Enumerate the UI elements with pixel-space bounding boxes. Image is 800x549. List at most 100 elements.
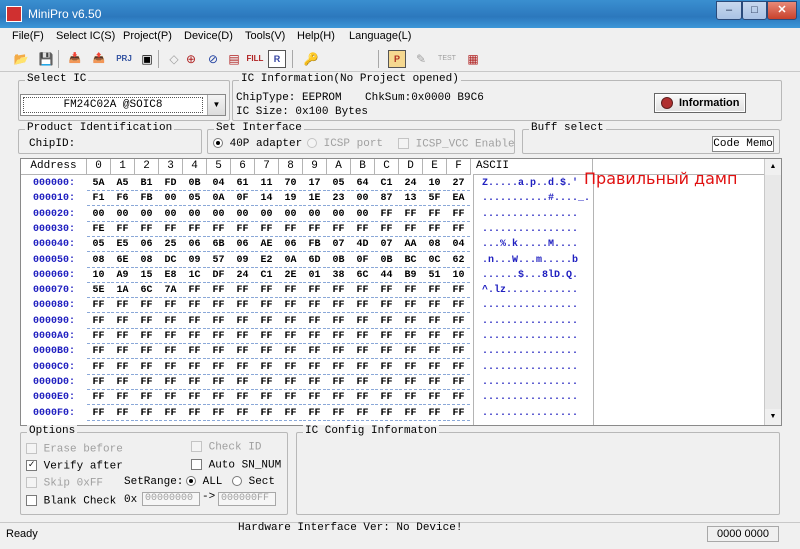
table-row[interactable]: 000050: 08 6E 08 DC 09 57 09 E2 0A 6D 0B 0F 0B BC 0C 62.…	[21, 253, 765, 268]
hex-cell[interactable]: FF	[303, 329, 326, 344]
hex-cell[interactable]: FF	[87, 406, 110, 421]
load-file-icon[interactable]: 📥	[66, 50, 84, 68]
hex-cell[interactable]: 00	[255, 207, 278, 222]
hex-cell[interactable]: FF	[231, 360, 254, 375]
hex-cell[interactable]: AE	[255, 237, 278, 252]
hex-cell[interactable]: FF	[111, 329, 134, 344]
hex-cell[interactable]: 2E	[279, 268, 302, 283]
verify-icon[interactable]: ⊘	[204, 50, 222, 68]
hex-cell[interactable]: 00	[351, 191, 374, 206]
hex-cell[interactable]: FF	[279, 406, 302, 421]
hex-cell[interactable]: 6C	[135, 283, 158, 298]
hex-cell[interactable]: A5	[111, 176, 134, 191]
hex-cell[interactable]: 00	[303, 207, 326, 222]
hex-cell[interactable]: FB	[135, 191, 158, 206]
hex-cell[interactable]: FF	[255, 375, 278, 390]
hex-cell[interactable]: FF	[183, 406, 206, 421]
hex-cell[interactable]: FF	[207, 314, 230, 329]
hex-cell[interactable]: FF	[375, 222, 398, 237]
hex-cell[interactable]: AA	[399, 237, 422, 252]
save-icon[interactable]: 💾	[37, 50, 55, 68]
hex-cell[interactable]: FF	[279, 375, 302, 390]
hex-cell[interactable]: FF	[87, 375, 110, 390]
hex-cell[interactable]: FF	[399, 298, 422, 313]
hex-cell[interactable]: FF	[255, 390, 278, 405]
hex-cell[interactable]: FE	[87, 222, 110, 237]
hex-cell[interactable]: FF	[399, 406, 422, 421]
hex-cell[interactable]: FF	[135, 375, 158, 390]
hex-cell[interactable]: FF	[447, 375, 470, 390]
hex-cell[interactable]: EA	[447, 191, 470, 206]
p-icon[interactable]: P	[388, 50, 406, 68]
hex-cell[interactable]: FF	[303, 360, 326, 375]
key-icon[interactable]: 🔑	[302, 50, 320, 68]
hex-cell[interactable]: FF	[207, 406, 230, 421]
hex-cell[interactable]: FF	[399, 222, 422, 237]
minimize-button[interactable]: –	[716, 1, 742, 20]
maximize-button[interactable]: □	[742, 1, 767, 20]
hex-cell[interactable]: 44	[375, 268, 398, 283]
hex-cell[interactable]: FF	[399, 390, 422, 405]
hex-cell[interactable]: 09	[183, 253, 206, 268]
hex-cell[interactable]: 00	[183, 207, 206, 222]
range-sect-option[interactable]: Sect	[232, 476, 275, 488]
hex-cell[interactable]: FF	[399, 329, 422, 344]
hex-cell[interactable]: 0B	[183, 176, 206, 191]
hex-cell[interactable]: FF	[423, 344, 446, 359]
menu-file[interactable]: File(F)	[12, 30, 44, 42]
hex-cell[interactable]: E5	[111, 237, 134, 252]
hex-cell[interactable]: 01	[303, 268, 326, 283]
buffer-select[interactable]: Code Memo	[712, 136, 774, 152]
range-sect-radio[interactable]	[232, 476, 242, 487]
hex-cell[interactable]: 17	[303, 176, 326, 191]
hex-cell[interactable]: 00	[207, 207, 230, 222]
hex-cell[interactable]: FF	[351, 375, 374, 390]
hex-cell[interactable]: 00	[135, 207, 158, 222]
hex-cell[interactable]: FF	[423, 298, 446, 313]
hex-cell[interactable]: 05	[183, 191, 206, 206]
hex-cell[interactable]: 87	[375, 191, 398, 206]
hex-cell[interactable]: FF	[207, 375, 230, 390]
hex-cell[interactable]: FF	[255, 314, 278, 329]
hex-cell[interactable]: 08	[135, 253, 158, 268]
hex-cell[interactable]: FF	[231, 314, 254, 329]
ic-select-combo[interactable]: FM24C02A @SOIC8 ▼	[20, 94, 226, 116]
hex-cell[interactable]: 6E	[111, 253, 134, 268]
hex-cell[interactable]: FF	[447, 329, 470, 344]
hex-cell[interactable]: FF	[183, 360, 206, 375]
table-row[interactable]: 000030: FE FF FF FF FF FF FF FF FF FF FF FF FF FF FF FF.…	[21, 222, 765, 237]
table-row[interactable]: 0000B0: FF FF FF FF FF FF FF FF FF FF FF FF FF FF FF FF.…	[21, 344, 765, 360]
hex-cell[interactable]: FF	[87, 390, 110, 405]
table-row[interactable]: 0000E0: FF FF FF FF FF FF FF FF FF FF FF FF FF FF FF FF.…	[21, 390, 765, 406]
hex-cell[interactable]: FF	[375, 344, 398, 359]
hex-cell[interactable]: 0B	[327, 253, 350, 268]
hex-cell[interactable]: F6	[111, 191, 134, 206]
hex-cell[interactable]: FF	[279, 360, 302, 375]
hex-cell[interactable]: 62	[447, 253, 470, 268]
hex-cell[interactable]: BC	[399, 253, 422, 268]
hex-cell[interactable]: 1C	[183, 268, 206, 283]
hex-cell[interactable]: 1A	[111, 283, 134, 298]
hex-cell[interactable]: FF	[159, 298, 182, 313]
chevron-down-icon[interactable]: ▼	[207, 95, 225, 115]
blank-check-checkbox[interactable]	[26, 495, 37, 506]
hex-cell[interactable]: FF	[327, 344, 350, 359]
hex-cell[interactable]: 6B	[207, 237, 230, 252]
hex-cell[interactable]: FF	[159, 390, 182, 405]
hex-cell[interactable]: FF	[399, 207, 422, 222]
menu-tools[interactable]: Tools(V)	[245, 30, 285, 42]
hex-cell[interactable]: FF	[207, 283, 230, 298]
table-row[interactable]: 000090: FF FF FF FF FF FF FF FF FF FF FF FF FF FF FF FF.…	[21, 314, 765, 329]
hex-cell[interactable]: FF	[327, 222, 350, 237]
hex-cell[interactable]: FF	[87, 360, 110, 375]
hex-cell[interactable]: FF	[279, 298, 302, 313]
hex-cell[interactable]: FF	[159, 375, 182, 390]
hex-cell[interactable]: FF	[351, 390, 374, 405]
hex-cell[interactable]: FF	[351, 283, 374, 298]
hex-cell[interactable]: FF	[423, 375, 446, 390]
hex-cell[interactable]: FF	[351, 344, 374, 359]
hex-cell[interactable]: FF	[303, 298, 326, 313]
scroll-down-icon[interactable]: ▼	[765, 409, 781, 425]
skip-ff-checkbox[interactable]	[26, 477, 37, 488]
hex-cell[interactable]: FF	[447, 222, 470, 237]
